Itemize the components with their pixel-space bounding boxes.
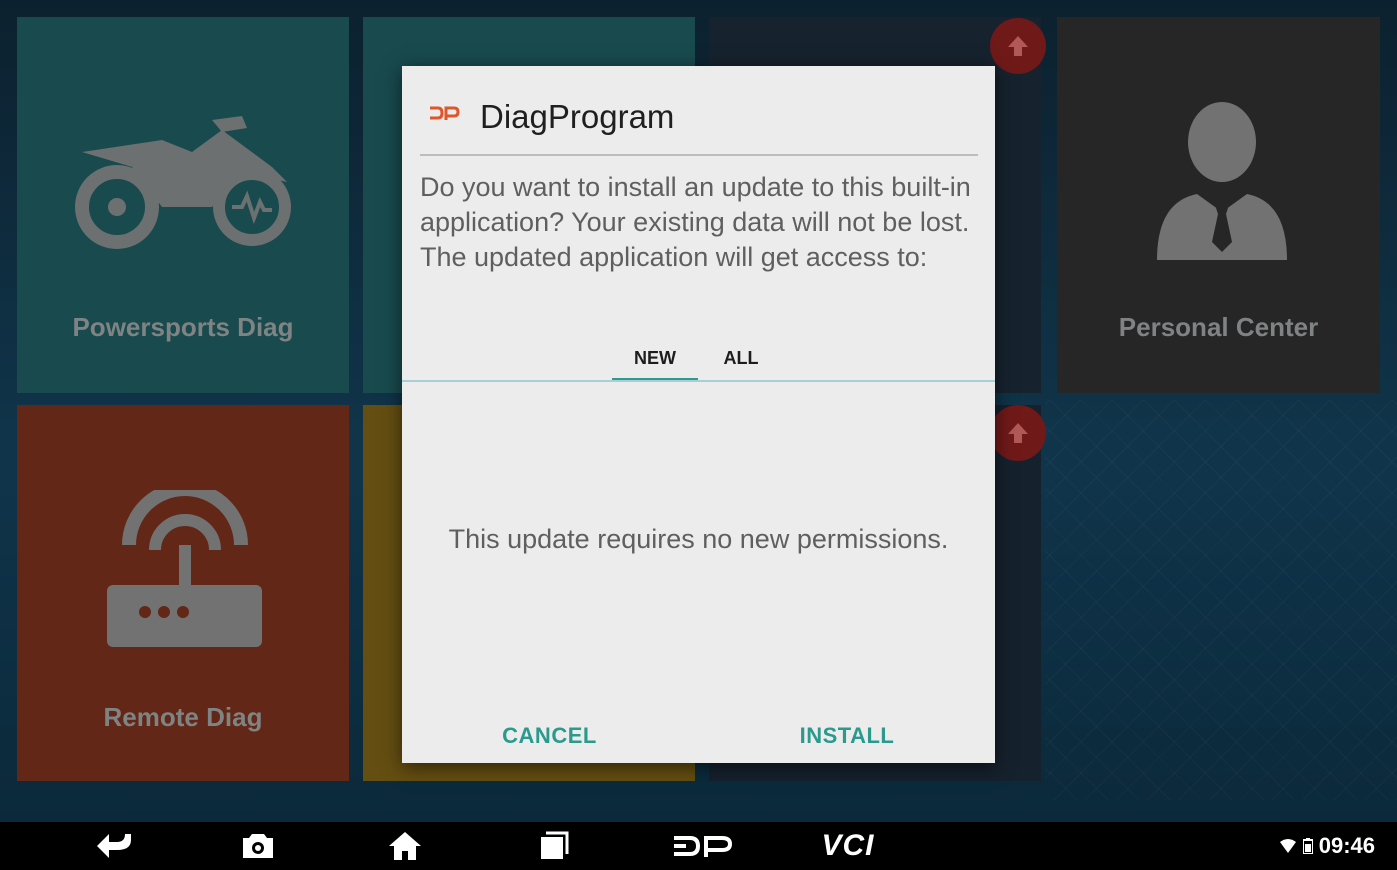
dialog-header: DiagProgram (420, 96, 978, 156)
vci-icon[interactable]: VCI (808, 822, 888, 870)
install-button[interactable]: INSTALL (782, 716, 912, 756)
dialog-title: DiagProgram (480, 98, 675, 135)
wifi-icon (1279, 839, 1296, 853)
home-icon[interactable] (385, 822, 425, 870)
tab-new[interactable]: NEW (612, 336, 698, 380)
navigation-bar: VCI 09:46 (0, 822, 1397, 870)
vci-label: VCI (821, 829, 875, 862)
install-update-dialog: DiagProgram Do you want to install an up… (402, 66, 995, 763)
cancel-button[interactable]: CANCEL (487, 716, 612, 756)
recents-icon[interactable] (533, 822, 573, 870)
battery-icon (1302, 838, 1313, 854)
clock-time: 09:46 (1318, 833, 1375, 858)
divider (420, 154, 978, 156)
status-area: 09:46 (1279, 822, 1375, 870)
back-icon[interactable] (90, 822, 140, 870)
camera-icon[interactable] (238, 822, 278, 870)
dialog-message: Do you want to install an update to this… (420, 172, 971, 272)
tab-divider (402, 380, 995, 382)
dp-logo-icon[interactable] (668, 822, 738, 870)
tab-all[interactable]: ALL (700, 336, 782, 380)
app-icon (430, 106, 460, 120)
permissions-message: This update requires no new permissions. (448, 524, 949, 554)
